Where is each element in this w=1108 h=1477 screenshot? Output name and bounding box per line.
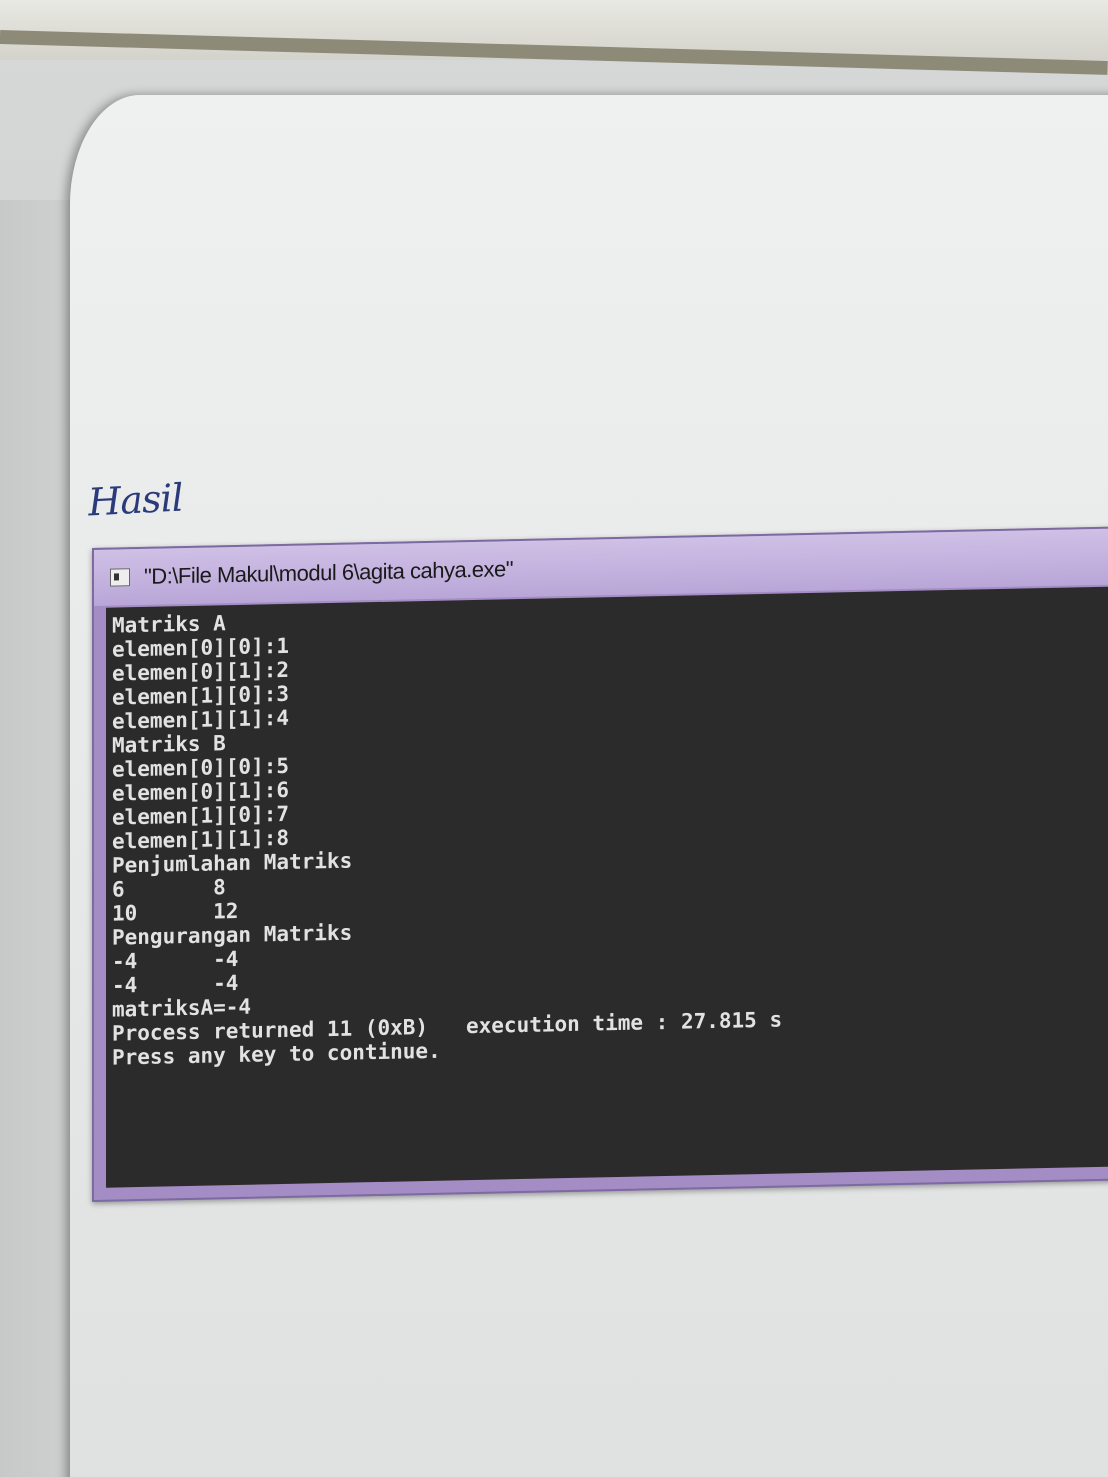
console-line: 6 8 xyxy=(112,875,226,902)
console-app-icon xyxy=(110,568,130,587)
console-line: matriksA=-4 xyxy=(112,994,252,1022)
console-window: "D:\File Makul\modul 6\agita cahya.exe" … xyxy=(92,526,1108,1202)
console-line: elemen[1][1]:4 xyxy=(112,705,290,734)
photo-scene: Hasil "D:\File Makul\modul 6\agita cahya… xyxy=(0,0,1108,1477)
console-line: Matriks A xyxy=(112,611,226,638)
window-title: "D:\File Makul\modul 6\agita cahya.exe" xyxy=(144,556,514,589)
console-line: Matriks B xyxy=(112,731,226,758)
console-line: Pengurangan Matriks xyxy=(112,920,353,950)
console-line: Penjumlahan Matriks xyxy=(112,848,353,878)
console-line: -4 -4 xyxy=(112,946,239,974)
handwritten-note: Hasil xyxy=(86,475,184,525)
paper-underlayer xyxy=(0,200,80,1477)
console-output: Matriks A elemen[0][0]:1 elemen[0][1]:2 … xyxy=(106,586,1108,1188)
console-line: 10 12 xyxy=(112,898,239,926)
console-line: -4 -4 xyxy=(112,970,239,998)
